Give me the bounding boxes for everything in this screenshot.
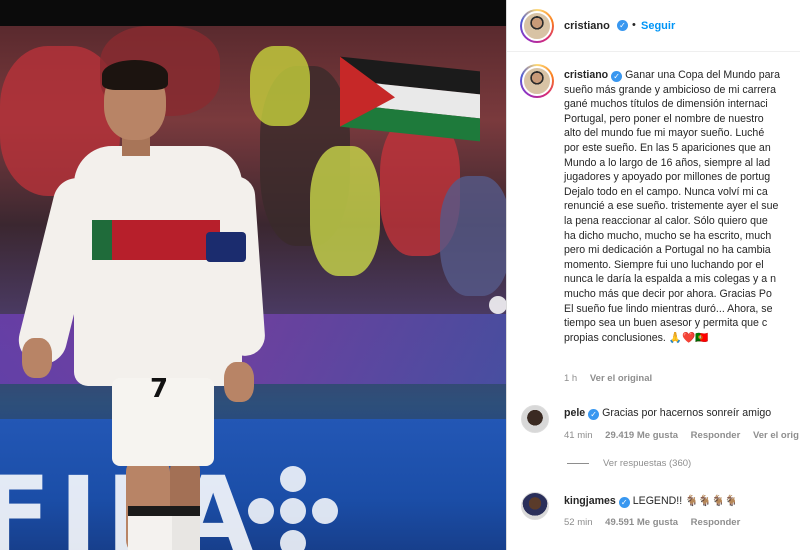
caption-line: El sueño fue lindo mientras duró... Ahor…	[564, 302, 773, 315]
comment-pele: pele ✓ Gracias por hacernos sonreír amig…	[564, 407, 771, 420]
comment-meta: 41 min 29.419 Me gusta Responder Ver el …	[564, 430, 800, 441]
caption-line: renuncié a ese sueño. tristemente ayer e…	[564, 200, 779, 213]
header-separator: •	[632, 19, 636, 31]
caption-line: gané muchos títulos de dimensión interna…	[564, 98, 768, 111]
caption-line: Portugal, pero poner el nombre de nuestr…	[564, 112, 764, 125]
shorts-number: 7	[150, 374, 169, 404]
caption-line: momento. Siempre fui uno luchando por el	[564, 258, 764, 271]
comment-time[interactable]: 52 min	[564, 517, 593, 528]
comment-kingjames: kingjames ✓ LEGEND!! 🐐🐐🐐🐐	[564, 494, 738, 508]
verified-icon: ✓	[618, 497, 630, 508]
pele-avatar[interactable]	[521, 405, 549, 433]
caption-line: Mundo a lo largo de 16 años, siempre al …	[564, 156, 771, 169]
caption-line: jugadores y apoyado por millones de port…	[564, 171, 771, 184]
author-avatar-ring[interactable]	[520, 9, 554, 43]
comment-meta: 52 min 49.591 Me gusta Responder	[564, 517, 750, 528]
verified-icon: ✓	[611, 71, 623, 82]
caption-meta: 1 h Ver el original	[564, 373, 662, 384]
caption-line: por este sueño. En las 5 apariciones que…	[564, 141, 771, 154]
follow-button[interactable]: Seguir	[641, 20, 675, 32]
photo-scene: FIFA 7	[0, 26, 506, 550]
post-header: cristiano ✓ • Seguir	[507, 0, 800, 52]
captain-armband	[206, 232, 246, 262]
comment-text: LEGEND!! 🐐🐐🐐🐐	[632, 495, 738, 507]
player-figure: 7	[0, 26, 506, 550]
caption-line: cristiano ✓ Ganar una Copa del Mundo par…	[564, 68, 800, 83]
kingjames-avatar[interactable]	[521, 492, 549, 520]
replies-divider	[567, 462, 589, 464]
caption-line: mucho más que decir por ahora. Gracias P…	[564, 287, 772, 300]
verified-icon: ✓	[617, 20, 628, 31]
comment-text: Gracias por hacernos sonreír amigo	[602, 407, 772, 419]
player-sock	[128, 506, 172, 550]
player-hair	[102, 60, 168, 90]
caption-line: sueño más grande y ambicioso de mi carre…	[564, 83, 776, 96]
image-top-bar	[0, 0, 506, 26]
caption-text: Ganar una Copa del Mundo para	[625, 69, 780, 81]
player-sock	[172, 506, 200, 550]
reply-button[interactable]: Responder	[691, 430, 741, 441]
player-hand	[224, 362, 254, 402]
caption-line: ha dicho mucho, mucho se ha escrito, muc…	[564, 229, 772, 242]
caption-line: la pena reaccionar al calor. Sólo quiero…	[564, 214, 768, 227]
post-image[interactable]: FIFA 7	[0, 0, 506, 550]
caption-line: nunca le daría la espalda a mis colegas …	[564, 273, 777, 286]
caption-line: pero mi dedicación a Portugal no ha camb…	[564, 244, 771, 257]
shirt-stripe-green	[92, 220, 112, 260]
reply-button[interactable]: Responder	[691, 517, 741, 528]
comment-likes[interactable]: 49.591 Me gusta	[605, 517, 678, 528]
caption-line: alto del mundo fue mi mayor sueño. Luché	[564, 127, 765, 140]
caption-line: tiempo sea un buen asesor y permita que …	[564, 317, 768, 330]
see-original-link[interactable]: Ver el original	[590, 373, 652, 384]
carousel-next-button[interactable]	[489, 296, 506, 314]
comment-username[interactable]: pele	[564, 407, 585, 419]
caption-line: propias conclusiones. 🙏❤️🇵🇹	[564, 331, 709, 344]
player-shirt	[74, 146, 242, 386]
caption-time[interactable]: 1 h	[564, 373, 577, 384]
caption-line: Dejalo todo en el campo. Nunca volví mi …	[564, 185, 768, 198]
caption: cristiano ✓ Ganar una Copa del Mundo par…	[564, 68, 800, 345]
view-replies-button[interactable]: Ver respuestas (360)	[567, 458, 691, 469]
author-avatar[interactable]	[522, 11, 552, 41]
comment-likes[interactable]: 29.419 Me gusta	[605, 430, 678, 441]
player-hand	[22, 338, 52, 378]
author-username[interactable]: cristiano	[564, 20, 610, 32]
verified-icon: ✓	[588, 409, 600, 420]
post-side-panel: cristiano ✓ • Seguir cristiano ✓ Ganar u…	[506, 0, 800, 550]
view-replies-label: Ver respuestas (360)	[603, 458, 692, 469]
caption-avatar[interactable]	[522, 66, 552, 96]
see-original-link[interactable]: Ver el orig	[753, 430, 799, 441]
comment-time[interactable]: 41 min	[564, 430, 593, 441]
caption-username[interactable]: cristiano	[564, 69, 608, 81]
comment-username[interactable]: kingjames	[564, 495, 616, 507]
caption-avatar-ring[interactable]	[520, 64, 554, 98]
